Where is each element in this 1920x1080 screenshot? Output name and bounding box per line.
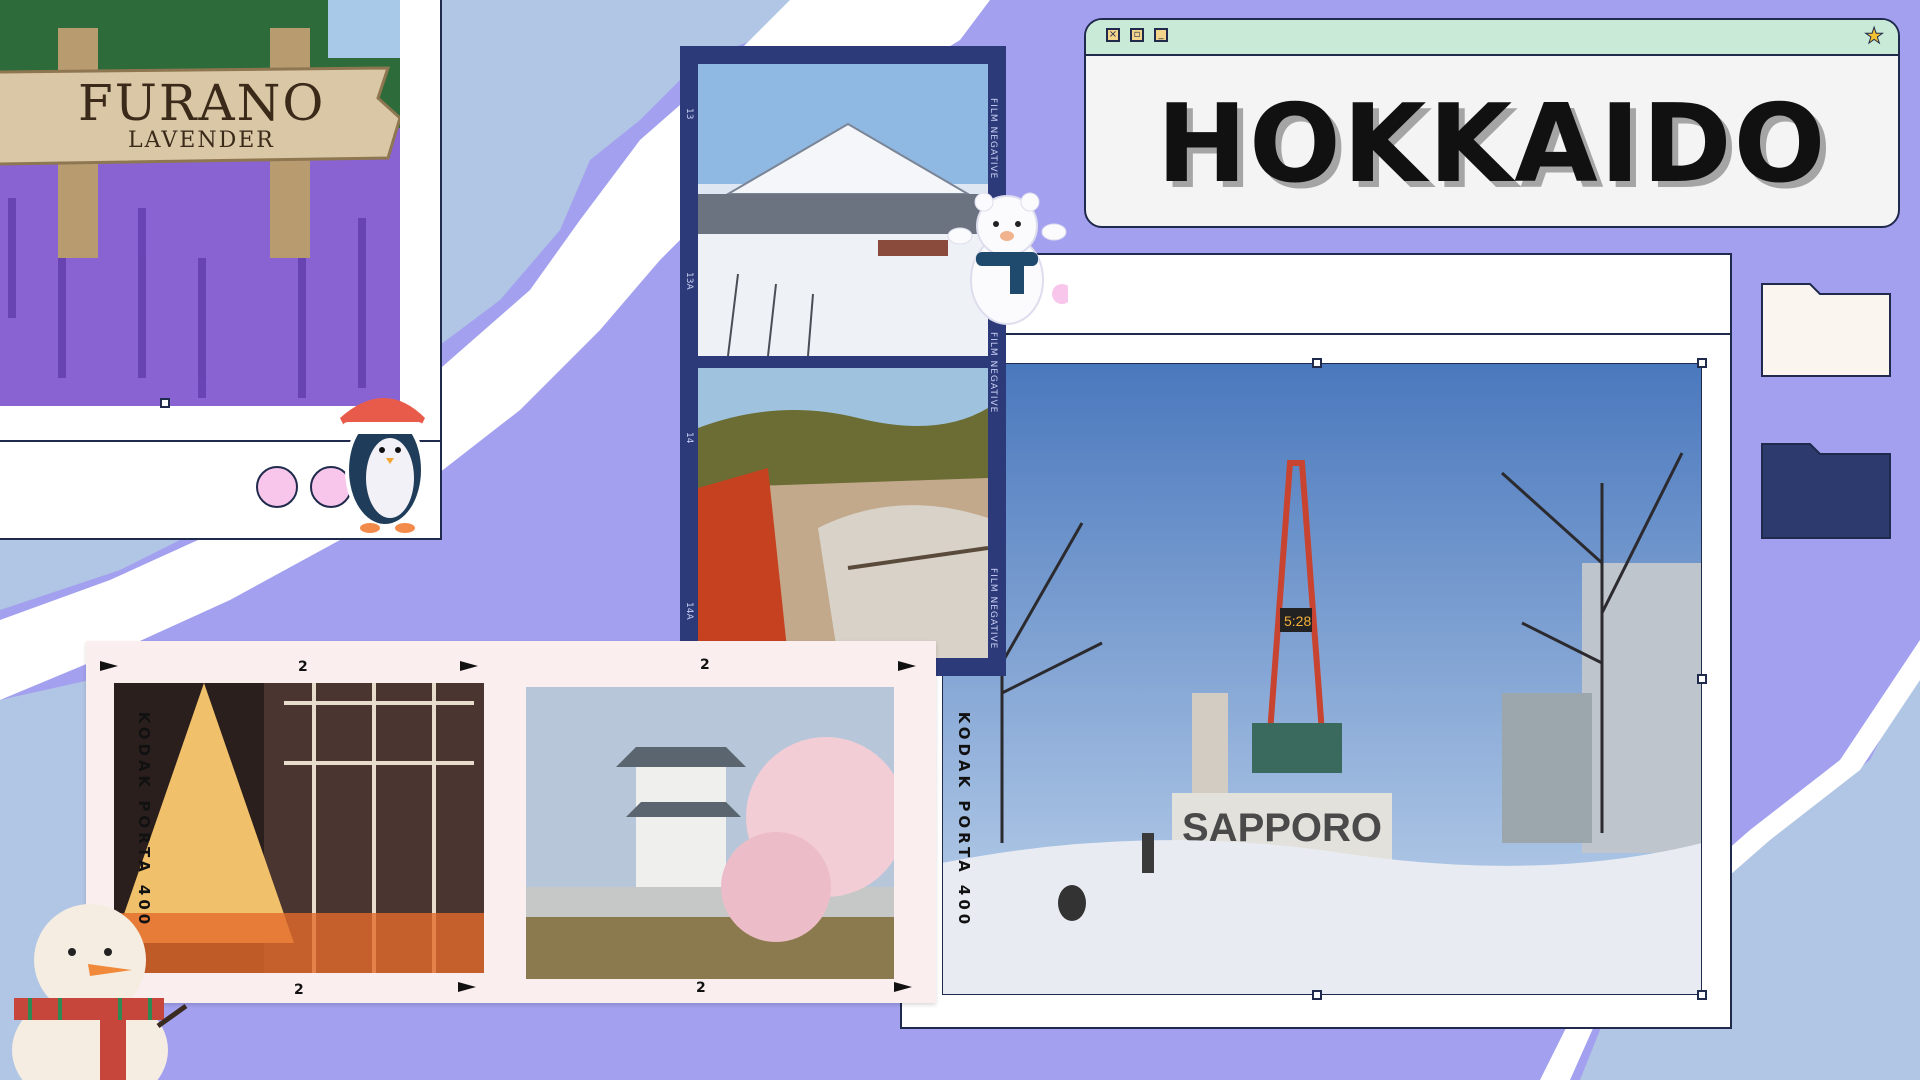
sign-subtitle: LAVENDER bbox=[128, 128, 275, 153]
title-window: × ▫ _ ★ HOKKAIDO bbox=[1084, 18, 1900, 228]
pink-dot[interactable] bbox=[256, 466, 298, 508]
film-arrow bbox=[898, 661, 916, 671]
title-bar: × ▫ _ ★ bbox=[1086, 20, 1898, 56]
star-icon[interactable]: ★ bbox=[1864, 24, 1885, 50]
penguin-sticker bbox=[340, 398, 425, 533]
page-title: HOKKAIDO bbox=[1156, 82, 1828, 207]
folder-icon[interactable] bbox=[1760, 278, 1892, 378]
sapporo-window: SAPPORO 5:28 bbox=[900, 253, 1732, 1029]
film-label: FILM NEGATIVE bbox=[988, 98, 998, 180]
kodak-strip: KODAK PORTA 400 KODAK PORTA 400 2 2 2 2 bbox=[86, 641, 973, 1003]
snow-mountain-photo bbox=[698, 64, 988, 356]
frame-number: 2 bbox=[700, 657, 710, 673]
snowman-sticker bbox=[12, 904, 188, 1080]
frame-number: 2 bbox=[294, 982, 304, 998]
film-strip: FILM NEGATIVE FILM NEGATIVE FILM NEGATIV… bbox=[680, 46, 1006, 676]
resize-handle[interactable] bbox=[160, 398, 170, 408]
kodak-label: KODAK PORTA 400 bbox=[135, 711, 154, 929]
resize-handle[interactable] bbox=[1312, 990, 1322, 1000]
castle-blossom-photo bbox=[526, 687, 894, 979]
close-button[interactable]: × bbox=[1106, 28, 1120, 42]
frame-number: 14 bbox=[684, 432, 694, 444]
selection-frame bbox=[942, 363, 1702, 995]
film-arrow bbox=[460, 661, 478, 671]
bear-sticker bbox=[947, 192, 1068, 325]
maximize-button[interactable]: ▫ bbox=[1130, 28, 1144, 42]
film-arrow bbox=[458, 982, 476, 992]
film-arrow bbox=[894, 982, 912, 992]
hell-valley-photo bbox=[698, 368, 988, 658]
kodak-label: KODAK PORTA 400 bbox=[955, 711, 974, 929]
window-header-divider bbox=[902, 333, 1730, 335]
film-label: FILM NEGATIVE bbox=[988, 568, 998, 650]
sign-title: FURANO bbox=[78, 74, 326, 132]
resize-handle[interactable] bbox=[1697, 674, 1707, 684]
frame-number: 2 bbox=[696, 980, 706, 996]
lavender-photo: FURANO LAVENDER bbox=[0, 0, 400, 406]
frame-number: 2 bbox=[298, 659, 308, 675]
resize-handle[interactable] bbox=[1697, 358, 1707, 368]
frame-number: 14A bbox=[684, 602, 694, 620]
film-arrow bbox=[100, 661, 118, 671]
minimize-button[interactable]: _ bbox=[1154, 28, 1168, 42]
frame-number: 13A bbox=[684, 272, 694, 290]
film-label: FILM NEGATIVE bbox=[988, 332, 998, 414]
folder-icon[interactable] bbox=[1760, 438, 1892, 540]
frame-number: 13 bbox=[684, 108, 694, 120]
resize-handle[interactable] bbox=[1697, 990, 1707, 1000]
resize-handle[interactable] bbox=[1312, 358, 1322, 368]
